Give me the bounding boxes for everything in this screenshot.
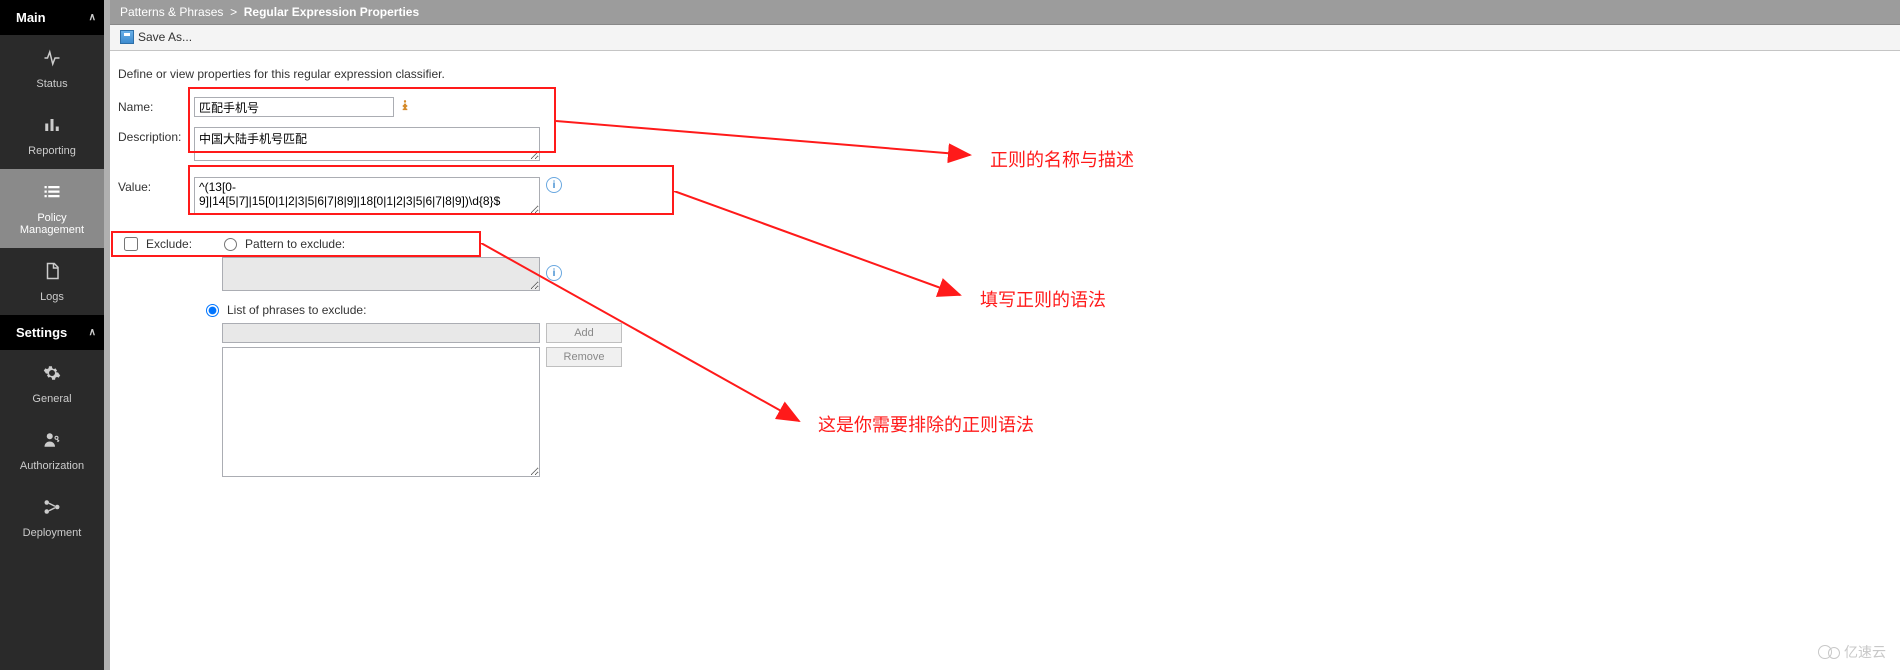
breadcrumb-sep: > (230, 5, 237, 19)
list-icon (4, 183, 100, 206)
sidebar-item-label: Logs (40, 291, 64, 303)
sidebar-item-status[interactable]: Status (0, 35, 104, 102)
save-as-button[interactable]: Save As... (116, 28, 196, 46)
phrase-list (222, 347, 540, 477)
deploy-icon (4, 498, 100, 521)
sidebar-item-label: Deployment (23, 527, 82, 539)
sidebar-item-deployment[interactable]: Deployment (0, 484, 104, 551)
phrases-exclude-radio[interactable] (206, 304, 219, 317)
annotation-text-1: 正则的名称与描述 (990, 146, 1134, 172)
sidebar-item-general[interactable]: General (0, 350, 104, 417)
sidebar-item-policy-management[interactable]: Policy Management (0, 169, 104, 248)
intro-text: Define or view properties for this regul… (118, 67, 1900, 81)
name-label: Name: (118, 97, 194, 114)
description-input[interactable] (194, 127, 540, 161)
pattern-exclude-radio[interactable] (224, 238, 237, 251)
sidebar-main-header[interactable]: Main ∧ (0, 0, 104, 35)
save-as-label: Save As... (138, 30, 192, 44)
gear-icon (4, 364, 100, 387)
name-input[interactable] (194, 97, 394, 117)
content-area: Define or view properties for this regul… (110, 51, 1900, 477)
sidebar-settings-label: Settings (16, 325, 67, 340)
phrase-input (222, 323, 540, 343)
sidebar-item-label: Status (36, 78, 67, 90)
exclude-checkbox[interactable] (124, 237, 138, 251)
sidebar-item-logs[interactable]: Logs (0, 248, 104, 315)
cloud-icon (1818, 645, 1840, 659)
pulse-icon (4, 49, 100, 72)
sidebar-item-label: Policy Management (20, 212, 84, 236)
annotation-text-2: 填写正则的语法 (980, 286, 1106, 312)
remove-button: Remove (546, 347, 622, 367)
toolbar: Save As... (110, 25, 1900, 51)
sidebar-item-reporting[interactable]: Reporting (0, 102, 104, 169)
breadcrumb-parent[interactable]: Patterns & Phrases (120, 5, 223, 19)
pattern-exclude-input (222, 257, 540, 291)
sidebar-item-label: General (32, 393, 71, 405)
chevron-up-icon: ∧ (89, 12, 96, 23)
value-label: Value: (118, 177, 194, 194)
value-input[interactable] (194, 177, 540, 215)
watermark: 亿速云 (1818, 642, 1886, 662)
sidebar-settings-header[interactable]: Settings ∧ (0, 315, 104, 350)
watermark-text: 亿速云 (1844, 642, 1886, 662)
add-button: Add (546, 323, 622, 343)
document-icon (4, 262, 100, 285)
description-label: Description: (118, 127, 194, 144)
edit-name-icon[interactable] (396, 97, 414, 115)
phrases-exclude-label: List of phrases to exclude: (227, 303, 366, 317)
main-panel: Patterns & Phrases > Regular Expression … (110, 0, 1900, 670)
exclude-label: Exclude: (146, 237, 192, 251)
info-icon[interactable]: i (546, 265, 562, 281)
info-icon[interactable]: i (546, 177, 562, 193)
sidebar: Main ∧ Status Reporting Policy Managemen… (0, 0, 104, 670)
chevron-up-icon: ∧ (89, 327, 96, 338)
annotation-text-3: 这是你需要排除的正则语法 (818, 411, 1034, 437)
bar-chart-icon (4, 116, 100, 139)
save-icon (120, 30, 134, 44)
sidebar-item-label: Authorization (20, 460, 84, 472)
sidebar-item-authorization[interactable]: Authorization (0, 417, 104, 484)
breadcrumb-current: Regular Expression Properties (244, 5, 419, 19)
sidebar-item-label: Reporting (28, 145, 76, 157)
breadcrumb: Patterns & Phrases > Regular Expression … (110, 0, 1900, 25)
pattern-exclude-label: Pattern to exclude: (245, 237, 345, 251)
sidebar-main-label: Main (16, 10, 46, 25)
person-key-icon (4, 431, 100, 454)
